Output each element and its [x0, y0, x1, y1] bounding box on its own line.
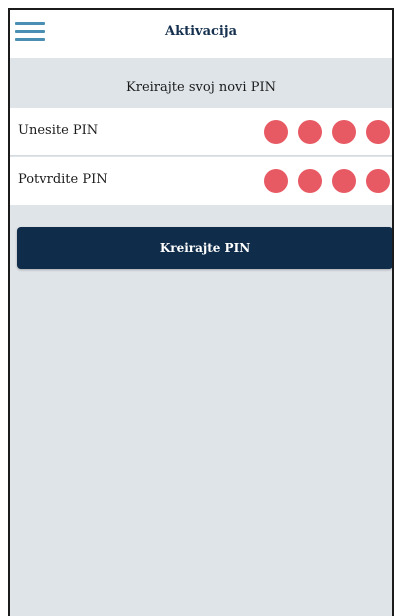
pin-dot: [332, 120, 356, 144]
enter-pin-dots: [264, 120, 390, 144]
top-bar: Aktivacija: [10, 10, 392, 58]
confirm-pin-label: Potvrdite PIN: [18, 172, 108, 187]
pin-dot: [366, 120, 390, 144]
pin-dot: [264, 120, 288, 144]
pin-dot: [332, 169, 356, 193]
enter-pin-row[interactable]: Unesite PIN: [10, 108, 392, 156]
pin-dot: [264, 169, 288, 193]
pin-dot: [298, 120, 322, 144]
page-title: Aktivacija: [165, 24, 237, 39]
pin-dot: [298, 169, 322, 193]
create-pin-button[interactable]: Kreirajte PIN: [17, 227, 392, 269]
create-pin-heading: Kreirajte svoj novi PIN: [126, 80, 276, 95]
enter-pin-label: Unesite PIN: [18, 123, 99, 138]
confirm-pin-row[interactable]: Potvrdite PIN: [10, 157, 392, 205]
pin-dot: [366, 169, 390, 193]
confirm-pin-dots: [264, 169, 390, 193]
app-screen: Aktivacija Kreirajte svoj novi PIN Unesi…: [8, 8, 394, 616]
